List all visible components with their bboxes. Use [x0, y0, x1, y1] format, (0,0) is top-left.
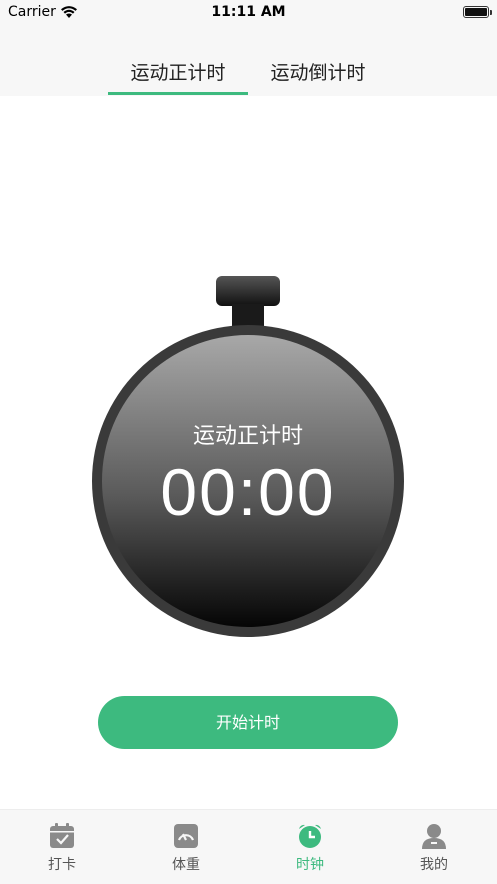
tab-count-up[interactable]: 运动正计时	[108, 58, 248, 85]
user-icon	[420, 822, 448, 850]
bottom-tab-bar: 打卡 体重 时钟 我的	[0, 809, 497, 884]
tab-clock[interactable]: 时钟	[248, 822, 372, 874]
tab-label: 我的	[420, 857, 448, 873]
start-timer-button[interactable]: 开始计时	[98, 696, 398, 749]
alarm-clock-icon	[296, 822, 324, 850]
stopwatch: 运动正计时 00:00	[0, 0, 497, 883]
stopwatch-crown	[216, 276, 280, 306]
tab-label: 打卡	[48, 857, 76, 873]
tab-weight[interactable]: 体重	[124, 822, 248, 874]
timer-display: 00:00	[160, 455, 336, 529]
timer-mode-label: 运动正计时	[192, 424, 303, 449]
tab-label: 时钟	[296, 857, 324, 873]
tab-profile[interactable]: 我的	[372, 822, 496, 874]
clock-time: 11:11 AM	[211, 4, 286, 20]
tab-label: 体重	[172, 857, 200, 873]
timer-mode-tabs: 运动正计时 运动倒计时	[0, 26, 497, 96]
status-bar: Carrier 11:11 AM	[0, 0, 497, 26]
tab-count-down[interactable]: 运动倒计时	[248, 58, 388, 85]
active-tab-indicator	[108, 92, 248, 95]
battery-icon	[463, 6, 492, 18]
calendar-check-icon	[48, 822, 76, 850]
scale-icon	[172, 822, 200, 850]
tab-checkin[interactable]: 打卡	[0, 822, 124, 874]
